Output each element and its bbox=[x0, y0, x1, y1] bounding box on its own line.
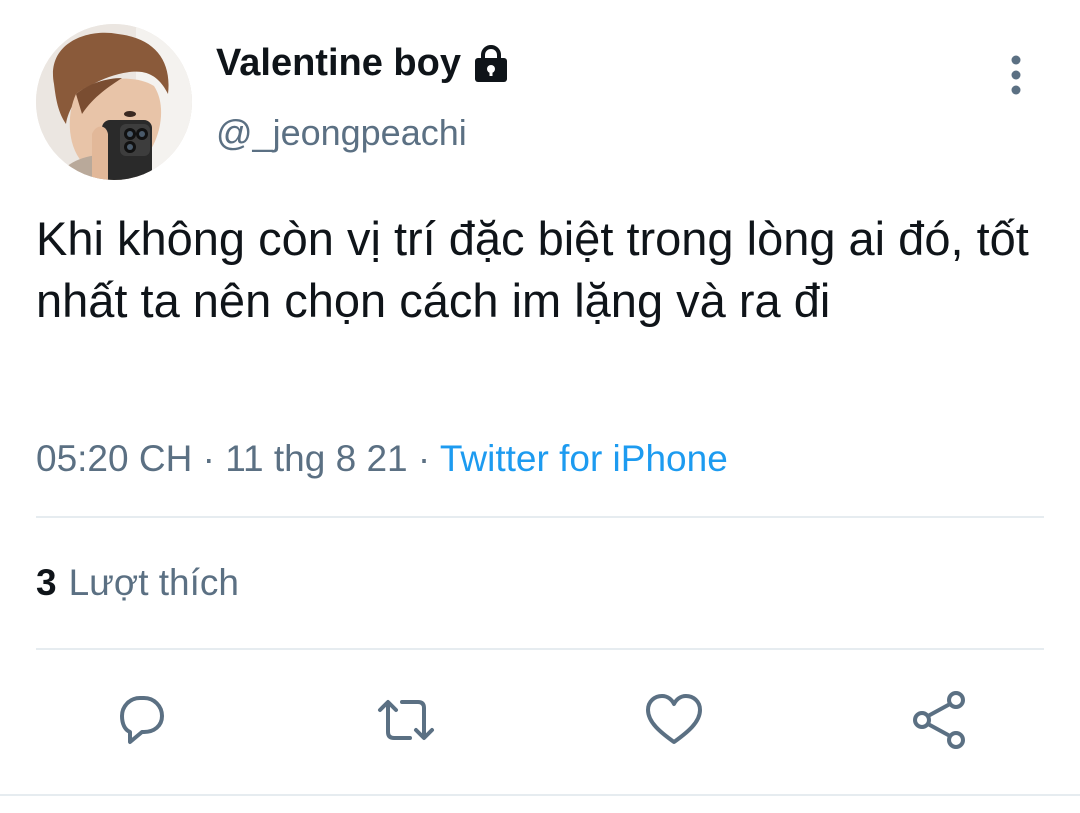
divider bbox=[36, 648, 1044, 650]
avatar[interactable] bbox=[36, 24, 192, 180]
speech-bubble-icon bbox=[120, 696, 164, 744]
tweet-text: Khi không còn vị trí đặc biệt trong lòng… bbox=[36, 212, 1029, 327]
meta-separator: · bbox=[202, 438, 215, 479]
tweet-date[interactable]: 11 thg 8 21 bbox=[225, 438, 407, 479]
lock-icon bbox=[471, 44, 511, 83]
tweet-meta: 05:20 CH · 11 thg 8 21 · Twitter for iPh… bbox=[36, 438, 728, 480]
more-vertical-icon[interactable] bbox=[996, 52, 1036, 100]
retweet-button[interactable] bbox=[374, 688, 438, 752]
author-name-row[interactable]: Valentine boy bbox=[216, 42, 511, 85]
retweet-arrows-icon bbox=[378, 700, 434, 740]
likes-label: Lượt thích bbox=[68, 562, 239, 603]
share-nodes-icon bbox=[913, 691, 965, 749]
likes-stat[interactable]: 3 Lượt thích bbox=[36, 562, 239, 604]
heart-icon bbox=[646, 694, 702, 744]
tweet-time[interactable]: 05:20 CH bbox=[36, 438, 192, 479]
likes-count: 3 bbox=[36, 562, 57, 603]
display-name[interactable]: Valentine boy bbox=[216, 42, 461, 85]
reply-button[interactable] bbox=[108, 688, 172, 752]
avatar-image bbox=[36, 24, 192, 180]
divider bbox=[36, 516, 1044, 518]
divider bbox=[0, 794, 1080, 796]
share-button[interactable] bbox=[908, 688, 972, 752]
like-button[interactable] bbox=[642, 688, 706, 752]
author-handle[interactable]: @_jeongpeachi bbox=[216, 112, 467, 154]
meta-separator: · bbox=[417, 438, 431, 479]
tweet-source-link[interactable]: Twitter for iPhone bbox=[440, 438, 728, 479]
